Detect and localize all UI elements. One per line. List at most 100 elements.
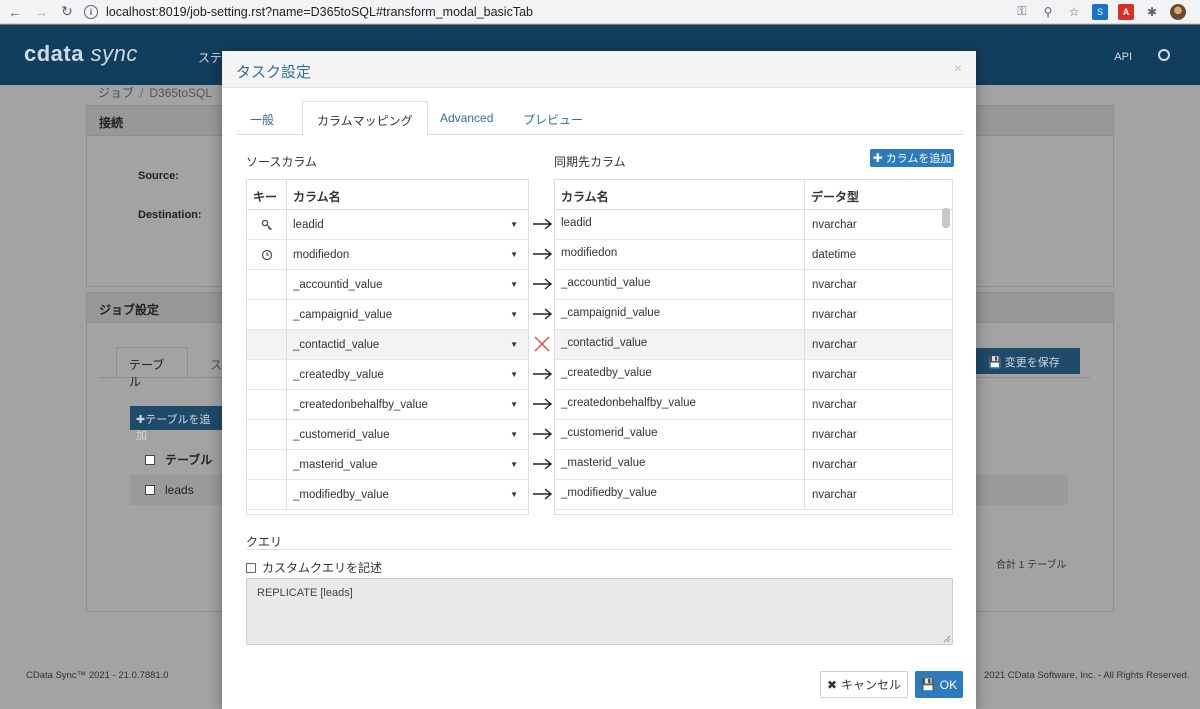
modal-header: タスク設定 × xyxy=(222,51,976,88)
source-column-select[interactable]: leadid ▼ xyxy=(287,210,528,239)
mapping-arrows xyxy=(529,209,554,509)
row-checkbox[interactable] xyxy=(145,485,155,495)
query-textarea[interactable]: REPLICATE [leads] xyxy=(246,578,953,645)
source-row: _customerid_value ▼ xyxy=(247,420,528,450)
back-icon[interactable]: ← xyxy=(4,1,26,23)
dest-data-type[interactable]: nvarchar xyxy=(805,420,952,449)
user-icon[interactable] xyxy=(1158,49,1170,61)
pdf-extension-icon[interactable]: A xyxy=(1118,3,1134,20)
dest-column-name[interactable]: modifiedon xyxy=(555,240,805,269)
source-column-value: _campaignid_value xyxy=(293,308,393,321)
source-table-header: キー カラム名 xyxy=(247,180,528,210)
cancel-button[interactable]: ✖ キャンセル xyxy=(820,671,908,698)
bg-save-changes-button[interactable]: 💾 変更を保存 xyxy=(976,348,1080,374)
dest-column-name[interactable]: _campaignid_value xyxy=(555,300,805,329)
dest-row: _modifiedby_value nvarchar xyxy=(555,480,952,510)
arrow-right-icon[interactable] xyxy=(529,359,554,389)
close-icon[interactable]: × xyxy=(954,60,962,76)
modal-title: タスク設定 xyxy=(236,64,312,81)
source-column-select[interactable]: _modifiedby_value ▼ xyxy=(287,480,528,509)
source-column-value: modifiedon xyxy=(293,248,350,261)
dest-column-name[interactable]: _contactid_value xyxy=(555,330,805,359)
zoom-icon[interactable]: ⚲ xyxy=(1040,4,1056,20)
arrow-right-icon[interactable] xyxy=(529,419,554,449)
star-icon[interactable]: ☆ xyxy=(1066,4,1082,20)
arrow-right-icon[interactable] xyxy=(529,209,554,239)
dest-column-name[interactable]: _customerid_value xyxy=(555,420,805,449)
custom-query-option[interactable]: カスタムクエリを記述 xyxy=(246,559,382,576)
ok-button[interactable]: 💾 OK xyxy=(915,671,963,698)
dest-data-type[interactable]: nvarchar xyxy=(805,210,952,239)
key-cell xyxy=(247,420,287,449)
site-info-icon[interactable]: i xyxy=(84,4,98,19)
query-section-label: クエリ xyxy=(246,535,283,549)
dest-row: _accountid_value nvarchar xyxy=(555,270,952,300)
forward-icon[interactable]: → xyxy=(30,1,52,23)
puzzle-icon[interactable]: ✱ xyxy=(1144,4,1160,20)
arrow-right-icon[interactable] xyxy=(529,449,554,479)
arrow-right-icon[interactable] xyxy=(529,269,554,299)
bg-add-table-button[interactable]: ✚テーブルを追加 xyxy=(130,406,222,442)
select-all-checkbox[interactable] xyxy=(145,455,155,465)
query-divider xyxy=(246,549,953,550)
arrow-right-icon[interactable] xyxy=(529,389,554,419)
source-column-select[interactable]: _createdonbehalfby_value ▼ xyxy=(287,390,528,419)
dest-data-type[interactable]: nvarchar xyxy=(805,300,952,329)
data-type-header: データ型 xyxy=(811,190,860,204)
dest-column-name[interactable]: _createdby_value xyxy=(555,360,805,389)
address-bar[interactable]: i localhost:8019/job-setting.rst?name=D3… xyxy=(84,2,1014,22)
bg-tab-other[interactable]: ス xyxy=(210,356,222,373)
tab-preview[interactable]: プレビュー xyxy=(509,101,597,135)
tab-general[interactable]: 一般 xyxy=(236,101,288,135)
dest-data-type[interactable]: datetime xyxy=(805,240,952,269)
key-cell xyxy=(247,360,287,389)
dest-data-type[interactable]: nvarchar xyxy=(805,270,952,299)
table-scrollbar[interactable] xyxy=(942,208,950,228)
destination-label: Destination: xyxy=(138,209,202,221)
dest-data-type[interactable]: nvarchar xyxy=(805,330,952,359)
dest-column-name[interactable]: _accountid_value xyxy=(555,270,805,299)
dest-column-name[interactable]: _modifiedby_value xyxy=(555,480,805,509)
excluded-x-icon[interactable] xyxy=(529,329,554,359)
nav-item-api[interactable]: API xyxy=(1114,51,1132,63)
source-column-select[interactable]: _campaignid_value ▼ xyxy=(287,300,528,329)
source-column-select[interactable]: modifiedon ▼ xyxy=(287,240,528,269)
dest-column-name[interactable]: _masterid_value xyxy=(555,450,805,479)
source-column-select[interactable]: _masterid_value ▼ xyxy=(287,450,528,479)
cdata-sync-logo[interactable]: cdata sync xyxy=(24,41,138,67)
add-column-button[interactable]: ✚ カラムを追加 xyxy=(870,149,954,167)
source-row: _masterid_value ▼ xyxy=(247,450,528,480)
source-column-value: _masterid_value xyxy=(293,458,378,471)
key-icon[interactable]: ⚿ xyxy=(1014,4,1030,20)
tab-advanced[interactable]: Advanced xyxy=(426,101,507,135)
sync-extension-icon[interactable]: S xyxy=(1092,3,1108,20)
dest-row: modifiedon datetime xyxy=(555,240,952,270)
resize-handle-icon[interactable] xyxy=(943,635,951,643)
source-column-select[interactable]: _createdby_value ▼ xyxy=(287,360,528,389)
nav-item-status[interactable]: ステ xyxy=(198,49,222,66)
tab-column-mapping[interactable]: カラムマッピング xyxy=(302,101,428,136)
custom-query-checkbox[interactable] xyxy=(246,562,256,573)
source-column-value: _createdby_value xyxy=(293,368,384,381)
arrow-right-icon[interactable] xyxy=(529,299,554,329)
breadcrumb-root[interactable]: ジョブ xyxy=(98,86,134,100)
reload-icon[interactable]: ↻ xyxy=(56,1,78,23)
source-column-select[interactable]: _accountid_value ▼ xyxy=(287,270,528,299)
source-row: _contactid_value ▼ xyxy=(247,330,528,360)
key-cell xyxy=(247,330,287,359)
arrow-right-icon[interactable] xyxy=(529,239,554,269)
profile-avatar[interactable] xyxy=(1170,3,1186,20)
arrow-right-icon[interactable] xyxy=(529,479,554,509)
browser-toolbar: ← → ↻ i localhost:8019/job-setting.rst?n… xyxy=(0,0,1200,24)
bg-tab-table[interactable]: テーブル xyxy=(116,347,188,389)
dest-data-type[interactable]: nvarchar xyxy=(805,450,952,479)
source-column-select[interactable]: _customerid_value ▼ xyxy=(287,420,528,449)
source-column-value: _contactid_value xyxy=(293,338,380,351)
dest-data-type[interactable]: nvarchar xyxy=(805,360,952,389)
dest-column-name[interactable]: leadid xyxy=(555,210,805,239)
plus-icon: ✚ xyxy=(872,151,883,165)
dest-data-type[interactable]: nvarchar xyxy=(805,390,952,419)
dest-data-type[interactable]: nvarchar xyxy=(805,480,952,509)
dest-column-name[interactable]: _createdonbehalfby_value xyxy=(555,390,805,419)
source-column-select[interactable]: _contactid_value ▼ xyxy=(287,330,528,359)
